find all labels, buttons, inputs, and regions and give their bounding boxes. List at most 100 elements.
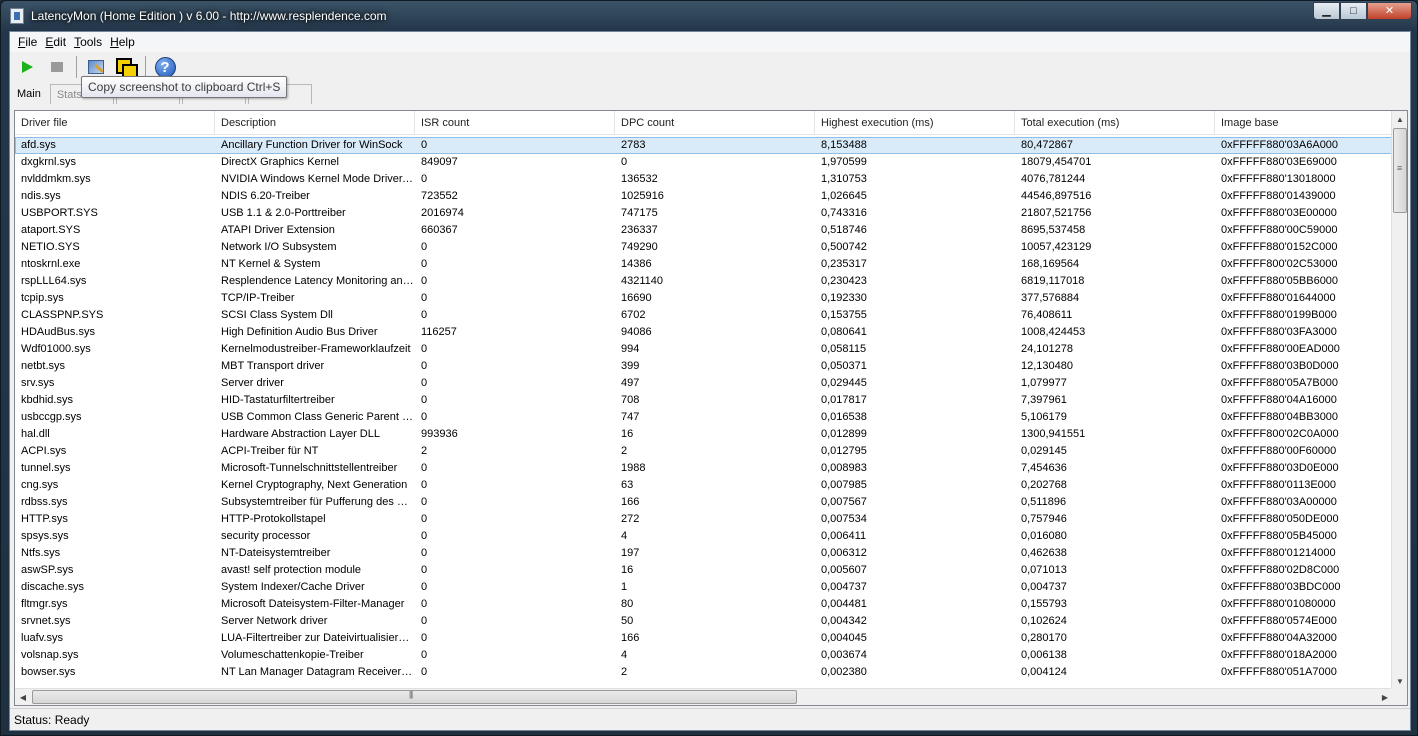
table-row[interactable]: rspLLL64.sys Resplendence Latency Monitor… bbox=[15, 273, 1393, 290]
table-cell: Hardware Abstraction Layer DLL bbox=[221, 428, 380, 440]
table-row[interactable]: volsnap.sys Volumeschattenkopie-Treiber 0 4… bbox=[15, 647, 1393, 664]
horizontal-scroll-thumb[interactable] bbox=[32, 690, 797, 704]
table-cell: 4 bbox=[621, 530, 628, 542]
table-row[interactable]: srv.sys Server driver 0 497 0,029445 1,079977… bbox=[15, 375, 1393, 392]
table-cell: 0 bbox=[421, 139, 428, 151]
menu-edit[interactable]: Edit bbox=[41, 35, 70, 49]
table-row[interactable]: HDAudBus.sys High Definition Audio Bus Dr… bbox=[15, 324, 1393, 341]
start-monitor-button[interactable] bbox=[14, 54, 40, 80]
table-cell: NETIO.SYS bbox=[21, 241, 80, 253]
status-bar: Status: Ready bbox=[10, 708, 1410, 730]
table-row[interactable]: Ntfs.sys NT-Dateisystemtreiber 0 197 0,00631… bbox=[15, 545, 1393, 562]
table-cell: 0,155793 bbox=[1021, 598, 1067, 610]
tab-main[interactable]: Main bbox=[10, 84, 48, 104]
table-cell: 44546,897516 bbox=[1021, 190, 1092, 202]
table-cell: 0 bbox=[421, 411, 428, 423]
window-title: LatencyMon (Home Edition ) v 6.00 - http… bbox=[31, 9, 387, 23]
menu-tools[interactable]: Tools bbox=[70, 35, 106, 49]
table-row[interactable]: luafv.sys LUA-Filtertreiber zur Dateivirt… bbox=[15, 630, 1393, 647]
column-header[interactable]: Total execution (ms) bbox=[1015, 111, 1215, 135]
table-row[interactable]: fltmgr.sys Microsoft Dateisystem-Filter-M… bbox=[15, 596, 1393, 613]
table-cell: 0xFFFFF880'05A7B000 bbox=[1221, 377, 1339, 389]
table-row[interactable]: afd.sys Ancillary Function Driver for Win… bbox=[15, 137, 1393, 154]
table-cell: 2783 bbox=[621, 139, 646, 151]
table-cell: 0xFFFFF880'03FA3000 bbox=[1221, 326, 1337, 338]
table-cell: Microsoft-Tunnelschnittstellentreiber bbox=[221, 462, 398, 474]
table-cell: 12,130480 bbox=[1021, 360, 1073, 372]
table-row[interactable]: netbt.sys MBT Transport driver 0 399 0,05037… bbox=[15, 358, 1393, 375]
horizontal-scrollbar[interactable]: ◀ ▶ bbox=[15, 688, 1393, 705]
table-row[interactable]: tcpip.sys TCP/IP-Treiber 0 16690 0,192330 377… bbox=[15, 290, 1393, 307]
table-cell: Network I/O Subsystem bbox=[221, 241, 337, 253]
table-row[interactable]: Wdf01000.sys Kernelmodustreiber-Framework… bbox=[15, 341, 1393, 358]
column-header[interactable]: ISR count bbox=[415, 111, 615, 135]
table-cell: ntoskrnl.exe bbox=[21, 258, 81, 270]
menu-file[interactable]: File bbox=[14, 35, 41, 49]
table-row[interactable]: dxgkrnl.sys DirectX Graphics Kernel 849097… bbox=[15, 154, 1393, 171]
column-header[interactable]: Driver file bbox=[15, 111, 215, 135]
table-row[interactable]: ntoskrnl.exe NT Kernel & System 0 14386 0,23… bbox=[15, 256, 1393, 273]
table-cell: 0 bbox=[421, 547, 428, 559]
table-row[interactable]: NETIO.SYS Network I/O Subsystem 0 749290 0,5… bbox=[15, 239, 1393, 256]
table-row[interactable]: aswSP.sys avast! self protection module 0 1… bbox=[15, 562, 1393, 579]
table-cell: 0,017817 bbox=[821, 394, 867, 406]
maximize-button[interactable]: □ bbox=[1340, 2, 1367, 20]
table-row[interactable]: rdbss.sys Subsystemtreiber für Pufferung … bbox=[15, 494, 1393, 511]
vertical-scrollbar[interactable]: ▲ ▼ bbox=[1391, 111, 1407, 689]
table-cell: 749290 bbox=[621, 241, 658, 253]
table-cell: 0xFFFFF880'04A16000 bbox=[1221, 394, 1337, 406]
table-row[interactable]: ACPI.sys ACPI-Treiber für NT 2 2 0,012795 0,0… bbox=[15, 443, 1393, 460]
table-cell: Ntfs.sys bbox=[21, 547, 61, 559]
table-cell: 0,008983 bbox=[821, 462, 867, 474]
table-cell: Subsystemtreiber für Pufferung des Umlei… bbox=[221, 496, 415, 508]
table-row[interactable]: nvlddmkm.sys NVIDIA Windows Kernel Mode D… bbox=[15, 171, 1393, 188]
table-cell: 0xFFFFF880'02D8C000 bbox=[1221, 564, 1340, 576]
table-row[interactable]: bowser.sys NT Lan Manager Datagram Receiv… bbox=[15, 664, 1393, 681]
table-cell: USB Common Class Generic Parent Driver bbox=[221, 411, 415, 423]
table-cell: 0,006138 bbox=[1021, 649, 1067, 661]
column-header[interactable]: Description bbox=[215, 111, 415, 135]
copy-icon bbox=[115, 57, 138, 80]
table-cell: 166 bbox=[621, 632, 640, 644]
table-cell: tunnel.sys bbox=[21, 462, 71, 474]
table-cell: 0 bbox=[421, 258, 428, 270]
column-header[interactable]: Highest execution (ms) bbox=[815, 111, 1015, 135]
table-row[interactable]: tunnel.sys Microsoft-Tunnelschnittstellen… bbox=[15, 460, 1393, 477]
table-row[interactable]: spsys.sys security processor 0 4 0,006411 0,0… bbox=[15, 528, 1393, 545]
table-cell: 993936 bbox=[421, 428, 458, 440]
table-cell: 4076,781244 bbox=[1021, 173, 1086, 185]
table-cell: luafv.sys bbox=[21, 632, 63, 644]
menu-help[interactable]: Help bbox=[106, 35, 139, 49]
table-row[interactable]: kbdhid.sys HID-Tastaturfiltertreiber 0 708 0… bbox=[15, 392, 1393, 409]
table-row[interactable]: srvnet.sys Server Network driver 0 50 0,0043… bbox=[15, 613, 1393, 630]
table-row[interactable]: CLASSPNP.SYS SCSI Class System Dll 0 6702 0,… bbox=[15, 307, 1393, 324]
table-cell: 0xFFFFF880'0574E000 bbox=[1221, 615, 1337, 627]
table-cell: 0xFFFFF880'03B0D000 bbox=[1221, 360, 1339, 372]
table-cell: 0,757946 bbox=[1021, 513, 1067, 525]
table-row[interactable]: ndis.sys NDIS 6.20-Treiber 723552 1025916 1,… bbox=[15, 188, 1393, 205]
table-cell: Kernelmodustreiber-Frameworklaufzeit bbox=[221, 343, 411, 355]
vertical-scroll-thumb[interactable] bbox=[1393, 128, 1407, 213]
title-bar[interactable]: LatencyMon (Home Edition ) v 6.00 - http… bbox=[1, 1, 1417, 31]
table-row[interactable]: usbccgp.sys USB Common Class Generic Pare… bbox=[15, 409, 1393, 426]
table-cell: 0xFFFFF880'050DE000 bbox=[1221, 513, 1339, 525]
table-cell: SCSI Class System Dll bbox=[221, 309, 333, 321]
column-header[interactable]: DPC count bbox=[615, 111, 815, 135]
minimize-button[interactable]: ▁ bbox=[1313, 2, 1340, 20]
table-row[interactable]: USBPORT.SYS USB 1.1 & 2.0-Porttreiber 2016… bbox=[15, 205, 1393, 222]
column-header[interactable]: Image base bbox=[1215, 111, 1393, 135]
drivers-list[interactable]: Driver file Description ISR count DPC co… bbox=[14, 110, 1408, 706]
scroll-up-icon[interactable]: ▲ bbox=[1392, 111, 1408, 127]
table-row[interactable]: discache.sys System Indexer/Cache Driver 0… bbox=[15, 579, 1393, 596]
scroll-down-icon[interactable]: ▼ bbox=[1392, 673, 1408, 689]
table-row[interactable]: cng.sys Kernel Cryptography, Next Generat… bbox=[15, 477, 1393, 494]
app-icon[interactable] bbox=[10, 8, 24, 24]
table-row[interactable]: ataport.SYS ATAPI Driver Extension 660367 2… bbox=[15, 222, 1393, 239]
table-cell: HID-Tastaturfiltertreiber bbox=[221, 394, 335, 406]
stop-monitor-button[interactable] bbox=[44, 54, 70, 80]
scroll-left-icon[interactable]: ◀ bbox=[15, 689, 31, 706]
table-cell: 0,006312 bbox=[821, 547, 867, 559]
table-row[interactable]: HTTP.sys HTTP-Protokollstapel 0 272 0,007534… bbox=[15, 511, 1393, 528]
close-button[interactable]: ✕ bbox=[1367, 2, 1412, 20]
table-row[interactable]: hal.dll Hardware Abstraction Layer DLL 993… bbox=[15, 426, 1393, 443]
